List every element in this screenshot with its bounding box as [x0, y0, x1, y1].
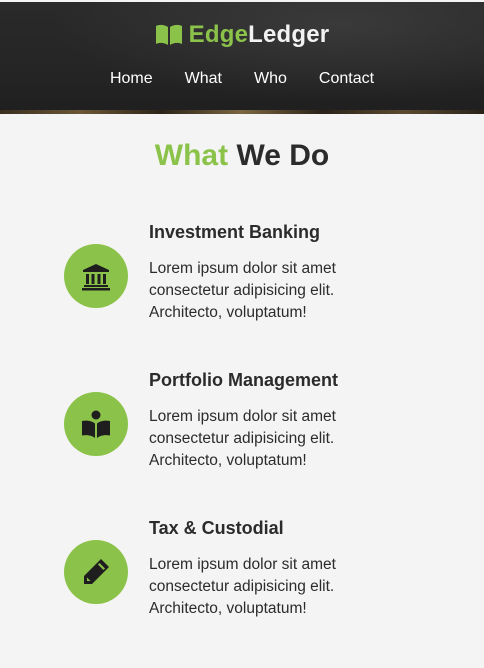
section-title-accent: What [154, 139, 229, 172]
service-title: Portfolio Management [149, 370, 339, 390]
nav-contact[interactable]: Contact [319, 69, 374, 89]
main-nav: Home What Who Contact [0, 69, 484, 89]
service-title: Investment Banking [149, 222, 321, 242]
brand-logo[interactable]: Edge Ledger [0, 21, 484, 49]
service-icon-circle [64, 244, 128, 308]
brand-name: Ledger [248, 21, 330, 48]
service-tax-custodial: Tax & Custodial Lorem ipsum dolor sit am… [0, 518, 484, 668]
bank-icon [82, 264, 110, 291]
book-icon [155, 24, 182, 45]
pencil-icon [84, 559, 109, 584]
brand-name-accent: Edge [188, 21, 249, 48]
section-title-rest: We Do [236, 139, 330, 172]
service-portfolio-management: Portfolio Management Lorem ipsum dolor s… [0, 370, 484, 520]
service-title: Tax & Custodial [149, 518, 284, 538]
service-description: Lorem ipsum dolor sit amet consectetur a… [149, 260, 336, 321]
nav-who[interactable]: Who [254, 69, 287, 89]
service-description: Lorem ipsum dolor sit amet consectetur a… [149, 408, 336, 469]
nav-home[interactable]: Home [110, 69, 153, 89]
service-icon-circle [64, 540, 128, 604]
reader-icon [82, 410, 110, 438]
service-investment-banking: Investment Banking Lorem ipsum dolor sit… [0, 222, 484, 372]
site-header: Edge Ledger Home What Who Contact [0, 2, 484, 114]
nav-what[interactable]: What [185, 69, 222, 89]
service-icon-circle [64, 392, 128, 456]
service-description: Lorem ipsum dolor sit amet consectetur a… [149, 556, 336, 617]
section-title: What We Do [0, 139, 484, 173]
